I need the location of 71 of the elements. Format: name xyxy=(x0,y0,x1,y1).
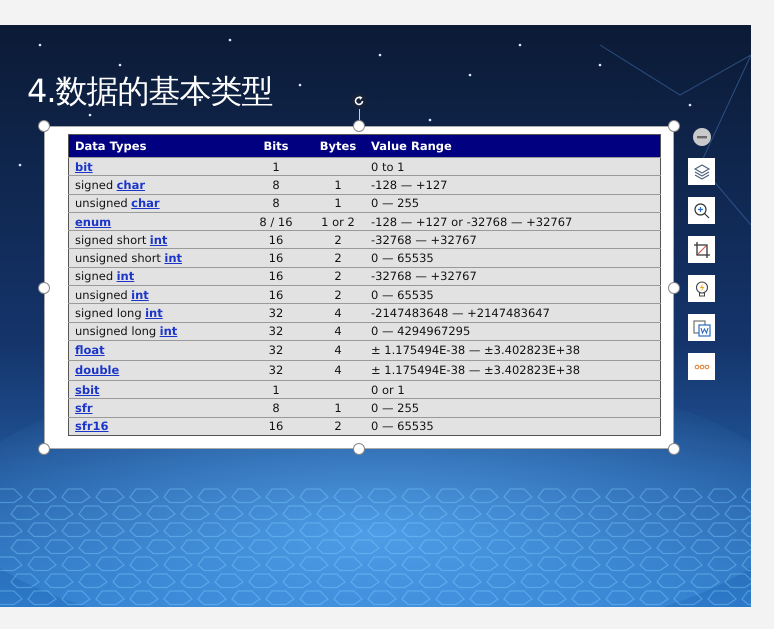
table-cell: 4 xyxy=(311,322,365,340)
table-cell: 0 — 65535 xyxy=(365,417,660,436)
table-cell: 0 to 1 xyxy=(365,158,660,176)
table-cell: 4 xyxy=(311,360,365,380)
table-cell: 32 xyxy=(241,304,311,322)
table-cell: float xyxy=(68,340,241,360)
table-cell: 1 or 2 xyxy=(311,212,365,231)
table-cell: enum xyxy=(68,212,241,231)
table-cell: 16 xyxy=(241,286,311,304)
table-cell: 8 xyxy=(241,176,311,194)
slide-title: 4.数据的基本类型 xyxy=(27,71,273,111)
table-cell: 8 xyxy=(241,194,311,212)
table-cell: bit xyxy=(68,158,241,176)
table-cell: 16 xyxy=(241,417,311,436)
table-cell: 4 xyxy=(311,304,365,322)
table-cell: 1 xyxy=(241,380,311,399)
table-cell: -2147483648 — +2147483647 xyxy=(365,304,660,322)
table-cell: 0 — 255 xyxy=(365,194,660,212)
table-cell: -128 — +127 xyxy=(365,176,660,194)
table-image[interactable] xyxy=(44,126,674,449)
table-cell: 2 xyxy=(311,230,365,249)
table-cell: 0 — 65535 xyxy=(365,286,660,304)
table-cell: sfr16 xyxy=(68,417,241,436)
column-header: Value Range xyxy=(365,134,660,158)
table-cell: 16 xyxy=(241,267,311,286)
table-cell: -128 — +127 or -32768 — +32767 xyxy=(365,212,660,231)
table-cell: 0 — 255 xyxy=(365,398,660,418)
table-cell: 1 xyxy=(311,176,365,194)
table-cell: signed short int xyxy=(68,230,241,249)
table-cell: 4 xyxy=(311,340,365,360)
lightbulb-icon[interactable] xyxy=(688,275,715,302)
table-cell: sfr xyxy=(68,398,241,418)
table-cell: sbit xyxy=(68,380,241,399)
more-icon[interactable] xyxy=(688,353,715,380)
table-cell: 32 xyxy=(241,322,311,340)
table-cell: signed long int xyxy=(68,304,241,322)
table-cell: unsigned short int xyxy=(68,248,241,268)
table-cell: 32 xyxy=(241,340,311,360)
table-cell: 1 xyxy=(241,158,311,176)
column-header: Bits xyxy=(241,134,311,158)
table-cell: 0 — 65535 xyxy=(365,248,660,268)
table-cell: 2 xyxy=(311,267,365,286)
table-cell: ± 1.175494E-38 — ±3.402823E+38 xyxy=(365,360,660,380)
table-cell: 2 xyxy=(311,286,365,304)
table-cell: 16 xyxy=(241,230,311,249)
zoom-in-icon[interactable] xyxy=(688,197,715,224)
table-cell: 2 xyxy=(311,417,365,436)
column-header: Data Types xyxy=(68,134,241,158)
table-cell: signed int xyxy=(68,267,241,286)
table-cell: 1 xyxy=(311,398,365,418)
table-cell: 2 xyxy=(311,248,365,268)
table-cell: 0 — 4294967295 xyxy=(365,322,660,340)
layers-icon[interactable] xyxy=(688,158,715,185)
table-cell: -32768 — +32767 xyxy=(365,267,660,286)
column-header: Bytes xyxy=(311,134,365,158)
table-cell: ± 1.175494E-38 — ±3.402823E+38 xyxy=(365,340,660,360)
table-cell: unsigned long int xyxy=(68,322,241,340)
table-cell: 32 xyxy=(241,360,311,380)
table-cell: 0 or 1 xyxy=(365,380,660,399)
table-cell: signed char xyxy=(68,176,241,194)
collapse-icon[interactable] xyxy=(692,128,710,146)
table-cell: 16 xyxy=(241,248,311,268)
table-cell: unsigned char xyxy=(68,194,241,212)
table-cell: 1 xyxy=(311,194,365,212)
table-cell: double xyxy=(68,360,241,380)
table-cell: unsigned int xyxy=(68,286,241,304)
table-cell: 8 / 16 xyxy=(241,212,311,231)
table-cell: -32768 — +32767 xyxy=(365,230,660,249)
table-cell: 8 xyxy=(241,398,311,418)
document-icon[interactable] xyxy=(688,314,715,341)
crop-icon[interactable] xyxy=(688,236,715,263)
